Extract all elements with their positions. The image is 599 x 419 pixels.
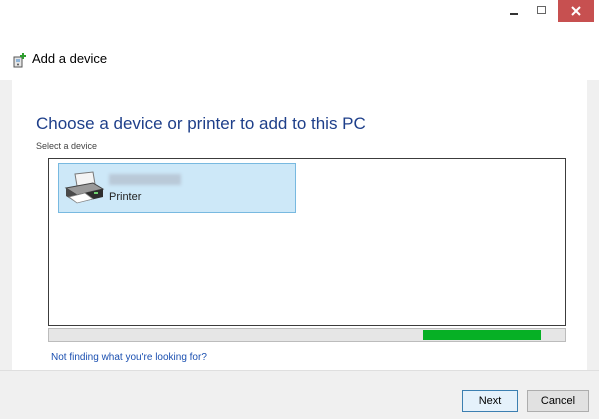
maximize-icon: [537, 6, 546, 14]
printer-icon: [64, 171, 105, 204]
minimize-icon: [510, 13, 518, 15]
dialog-footer: Next Cancel: [0, 370, 599, 419]
search-progress-bar: [48, 328, 566, 342]
next-button[interactable]: Next: [462, 390, 518, 412]
close-button[interactable]: [558, 0, 594, 22]
maximize-button[interactable]: [528, 0, 556, 22]
page-heading: Choose a device or printer to add to thi…: [36, 114, 366, 133]
close-icon: [571, 6, 581, 16]
title-bar[interactable]: [0, 0, 599, 40]
add-device-window: Add a device Choose a device or printer …: [0, 0, 599, 419]
device-tile-printer[interactable]: Printer: [58, 163, 296, 213]
add-device-icon: [13, 53, 26, 68]
device-type-label: Printer: [109, 191, 142, 203]
device-list[interactable]: Printer: [48, 158, 566, 326]
cancel-button[interactable]: Cancel: [527, 390, 589, 412]
progress-fill: [423, 330, 541, 340]
minimize-button[interactable]: [500, 0, 528, 22]
not-finding-link[interactable]: Not finding what you're looking for?: [51, 352, 207, 363]
select-device-label: Select a device: [36, 141, 98, 151]
device-name: [109, 174, 181, 185]
content-panel: Choose a device or printer to add to thi…: [12, 80, 587, 370]
dialog-title: Add a device: [32, 51, 108, 66]
dialog-header: Add a device: [0, 40, 599, 80]
